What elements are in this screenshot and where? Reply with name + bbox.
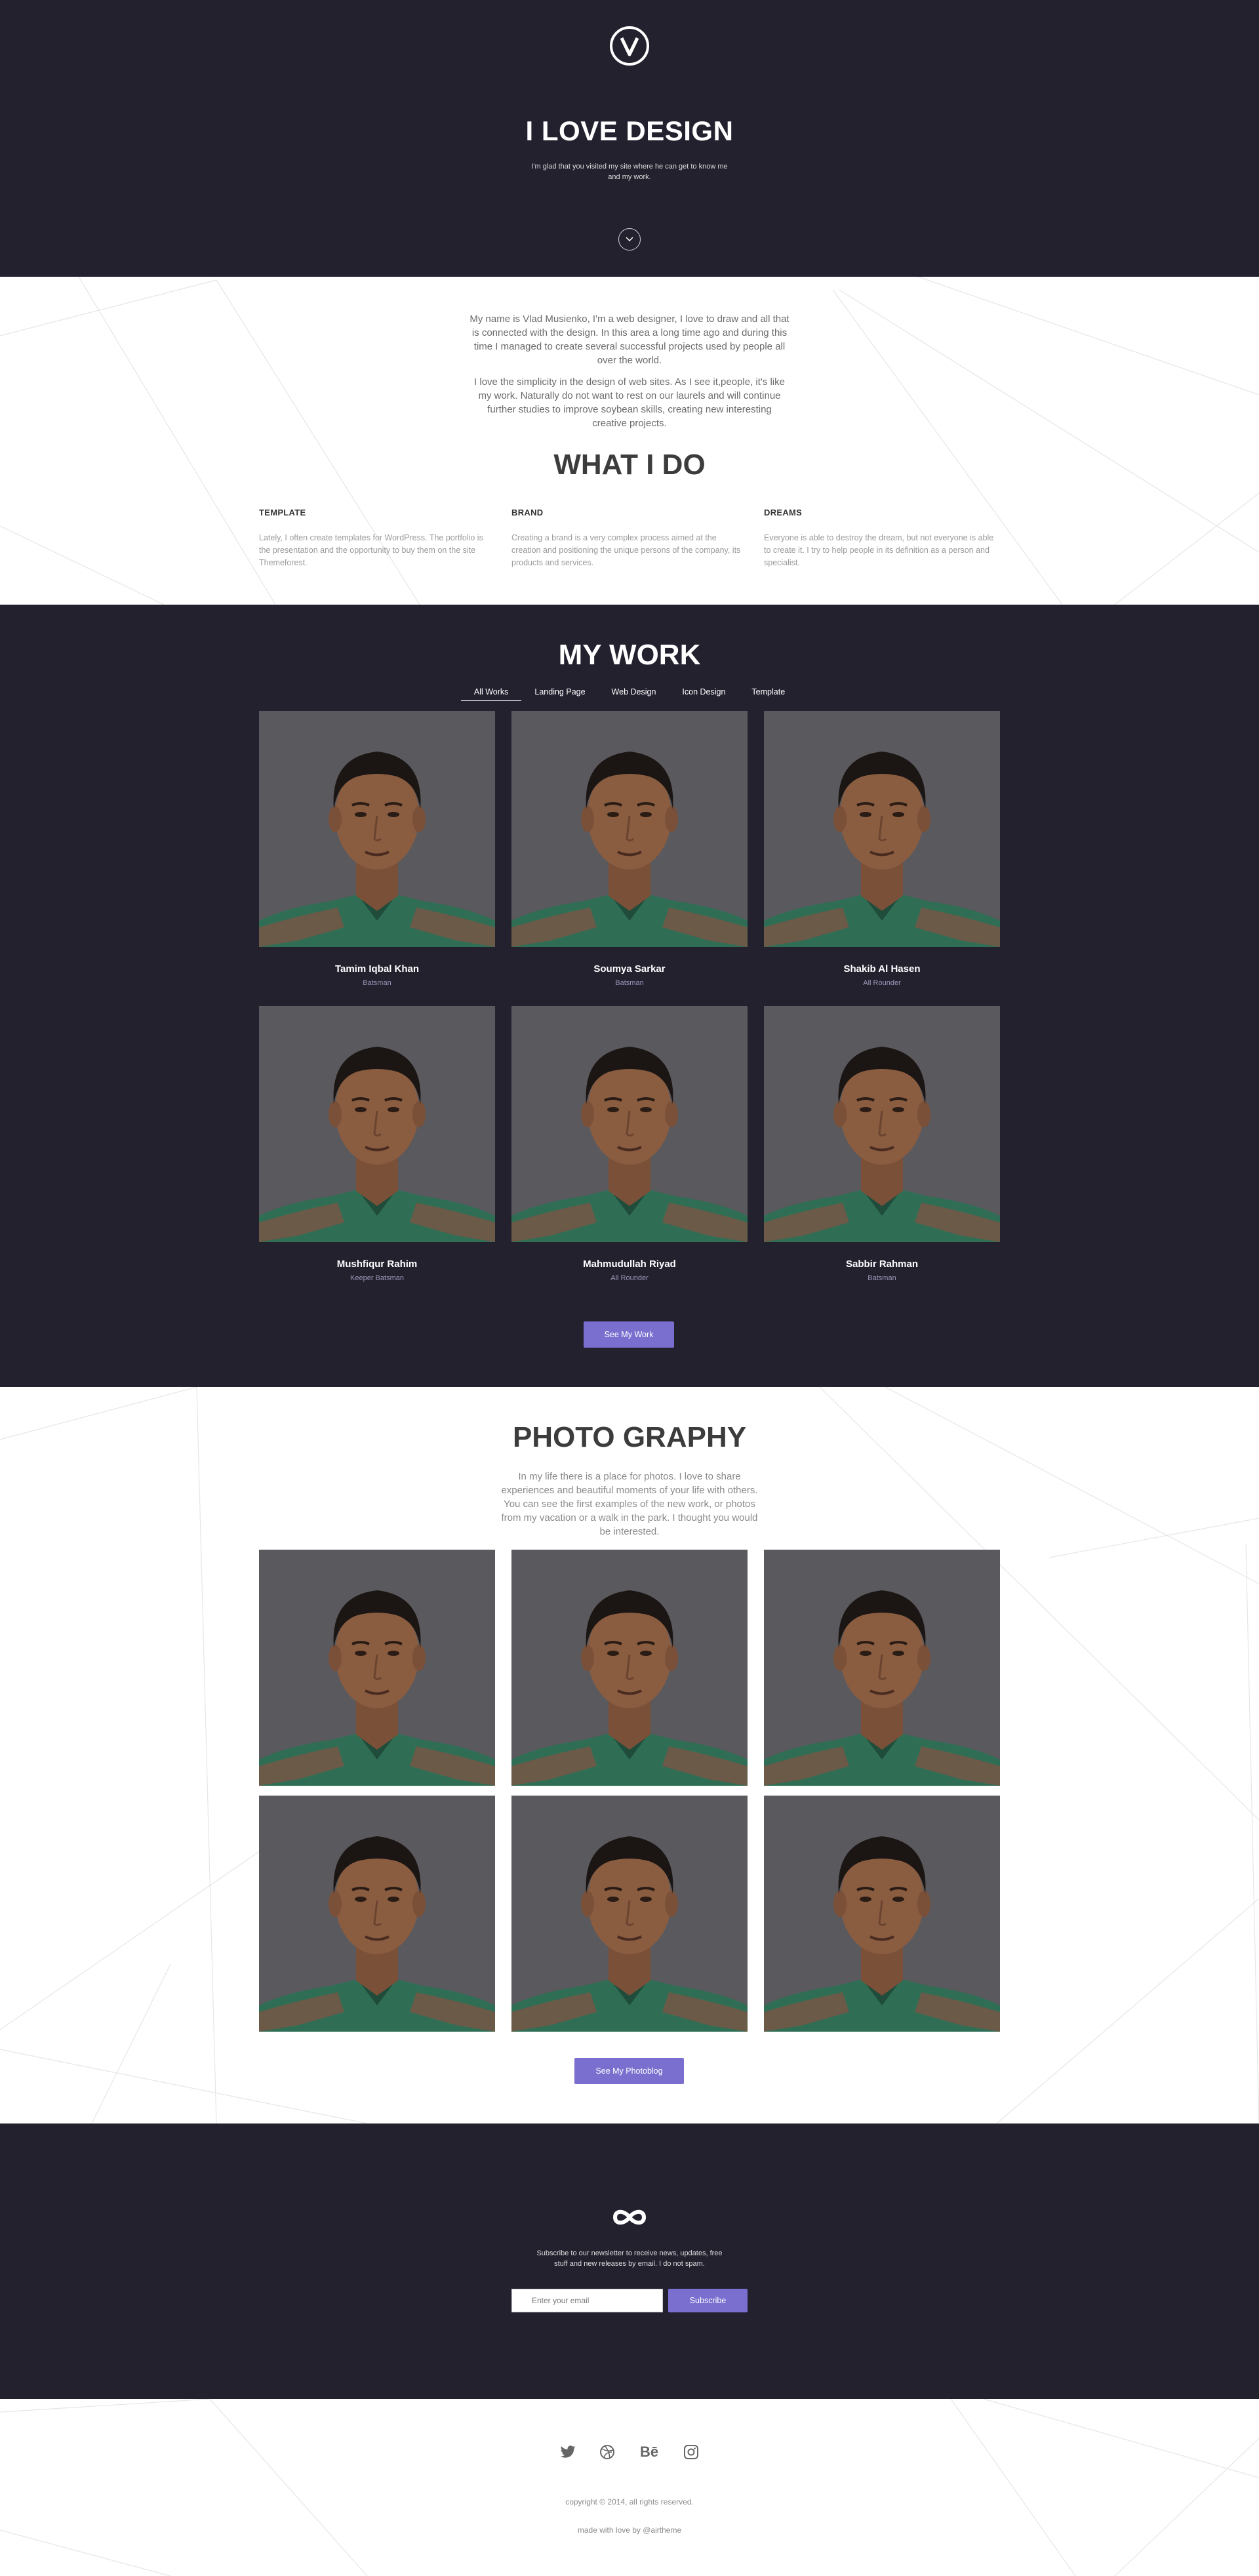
work-card[interactable]: Mahmudullah Riyad All Rounder: [511, 1006, 748, 1301]
player-photo[interactable]: [259, 711, 495, 947]
about-section: My name is Vlad Musienko, I'm a web desi…: [0, 277, 1259, 605]
filter-web-design[interactable]: Web Design: [599, 687, 669, 701]
work-card[interactable]: Sabbir Rahman Batsman: [764, 1006, 1000, 1301]
email-input[interactable]: [511, 2289, 663, 2312]
photo-grid: [259, 1550, 1000, 2032]
newsletter-text: Subscribe to our newsletter to receive n…: [536, 2249, 723, 2268]
card-name: Sabbir Rahman: [845, 1258, 919, 1270]
background-lines: [0, 2399, 1259, 2576]
hero-section: I LOVE DESIGN I'm glad that you visited …: [0, 0, 1259, 277]
filter-all-works[interactable]: All Works: [460, 687, 522, 701]
service-title: TEMPLATE: [259, 508, 306, 517]
gallery-photo[interactable]: [764, 1796, 1000, 2032]
hero-title: I LOVE DESIGN: [525, 115, 734, 146]
service-title: DREAMS: [764, 508, 803, 517]
section-title-photography: PHOTO GRAPHY: [512, 1421, 747, 1453]
player-photo[interactable]: [764, 1006, 1000, 1242]
footer: Bē copyright © 2014, all rights reserved…: [0, 2399, 1259, 2576]
my-work-section: MY WORK All Works Landing Page Web Desig…: [0, 605, 1259, 1387]
work-filter-tabs: All Works Landing Page Web Design Icon D…: [0, 687, 1259, 701]
see-my-photoblog-button[interactable]: See My Photoblog: [574, 2058, 684, 2084]
instagram-icon[interactable]: [683, 2444, 700, 2461]
copyright-text: copyright © 2014, all rights reserved.: [565, 2497, 694, 2506]
logo-icon[interactable]: [610, 26, 649, 66]
card-name: Mahmudullah Riyad: [583, 1258, 676, 1270]
card-role: Batsman: [868, 1274, 896, 1282]
services-columns: TEMPLATE Lately, I often create template…: [259, 508, 1000, 569]
card-name: Soumya Sarkar: [593, 963, 666, 975]
gallery-photo[interactable]: [511, 1550, 748, 1786]
card-name: Tamim Iqbal Khan: [334, 963, 420, 975]
section-title-my-work: MY WORK: [558, 639, 701, 671]
see-my-work-button[interactable]: See My Work: [584, 1321, 674, 1348]
social-links: Bē: [0, 2444, 1259, 2461]
card-role: Batsman: [363, 979, 391, 987]
gallery-photo[interactable]: [764, 1550, 1000, 1786]
photography-text: In my life there is a place for photos. …: [501, 1471, 758, 1537]
gallery-photo[interactable]: [259, 1550, 495, 1786]
about-paragraph: I love the simplicity in the design of w…: [474, 376, 785, 429]
service-text: Everyone is able to destroy the dream, b…: [764, 533, 994, 567]
service-template: TEMPLATE Lately, I often create template…: [259, 508, 495, 569]
work-card[interactable]: Shakib Al Hasen All Rounder: [764, 711, 1000, 1006]
dribbble-icon[interactable]: [599, 2444, 616, 2461]
player-photo[interactable]: [259, 1006, 495, 1242]
newsletter-form: Subscribe: [511, 2289, 748, 2312]
work-grid: Tamim Iqbal Khan Batsman Soumya Sarkar B…: [259, 711, 1000, 1301]
subscribe-button[interactable]: Subscribe: [668, 2289, 748, 2312]
service-text: Creating a brand is a very complex proce…: [511, 533, 741, 567]
hero-subtitle: I'm glad that you visited my site where …: [531, 163, 728, 181]
filter-landing-page[interactable]: Landing Page: [521, 687, 598, 701]
section-title-what-i-do: WHAT I DO: [553, 449, 706, 481]
infinity-icon: [612, 2209, 647, 2225]
filter-icon-design[interactable]: Icon Design: [669, 687, 738, 701]
newsletter-section: Subscribe to our newsletter to receive n…: [0, 2123, 1259, 2399]
card-role: Keeper Batsman: [350, 1274, 404, 1282]
player-photo[interactable]: [511, 1006, 748, 1242]
twitter-icon[interactable]: [559, 2444, 576, 2461]
work-card[interactable]: Mushfiqur Rahim Keeper Batsman: [259, 1006, 495, 1301]
work-card[interactable]: Tamim Iqbal Khan Batsman: [259, 711, 495, 1006]
card-name: Shakib Al Hasen: [843, 963, 921, 975]
player-photo[interactable]: [764, 711, 1000, 947]
gallery-photo[interactable]: [511, 1796, 748, 2032]
photography-section: PHOTO GRAPHY In my life there is a place…: [0, 1387, 1259, 2123]
service-dreams: DREAMS Everyone is able to destroy the d…: [764, 508, 1000, 569]
card-role: All Rounder: [863, 979, 901, 987]
service-brand: BRAND Creating a brand is a very complex…: [511, 508, 748, 569]
about-paragraph: My name is Vlad Musienko, I'm a web desi…: [470, 313, 789, 366]
service-text: Lately, I often create templates for Wor…: [259, 533, 483, 567]
service-title: BRAND: [511, 508, 544, 517]
card-role: Batsman: [615, 979, 644, 987]
made-by-text: made with love by @airtheme: [577, 2526, 682, 2535]
card-role: All Rounder: [610, 1274, 649, 1282]
about-intro: My name is Vlad Musienko, I'm a web desi…: [469, 312, 790, 438]
work-card[interactable]: Soumya Sarkar Batsman: [511, 711, 748, 1006]
scroll-down-icon[interactable]: [618, 228, 641, 251]
behance-icon[interactable]: Bē: [638, 2444, 660, 2461]
filter-template[interactable]: Template: [738, 687, 798, 701]
player-photo[interactable]: [511, 711, 748, 947]
card-name: Mushfiqur Rahim: [336, 1258, 418, 1270]
gallery-photo[interactable]: [259, 1796, 495, 2032]
